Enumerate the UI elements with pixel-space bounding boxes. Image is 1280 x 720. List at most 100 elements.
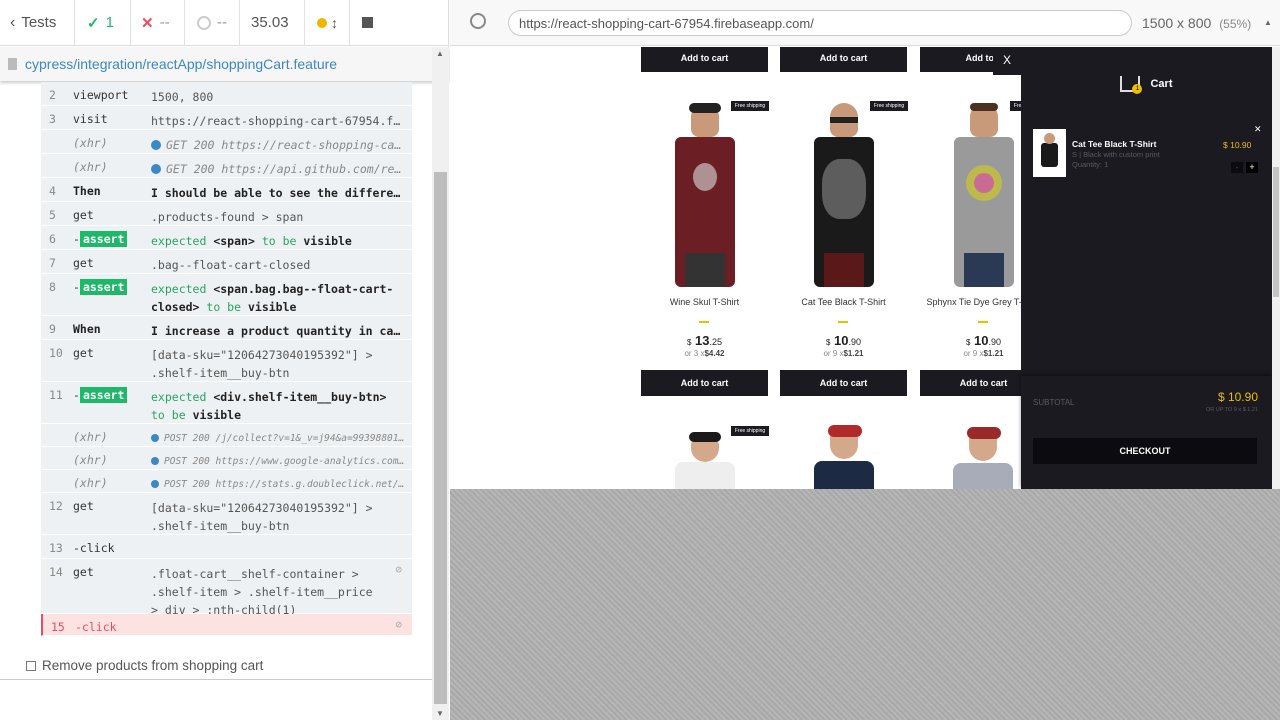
price-currency: $ — [825, 338, 831, 347]
installments-value: $1.21 — [983, 349, 1004, 358]
command-number: 15 — [51, 620, 65, 634]
assert-subject: <span> — [213, 234, 255, 248]
assert-badge: assert — [79, 231, 128, 247]
assert-row[interactable]: 8 - assert expected <span.bag.bag--float-… — [41, 274, 412, 316]
command-row[interactable]: 4 Then I should be able to see the diffe… — [41, 178, 412, 202]
xhr-text: POST 200 /j/collect?v=1&_v=j94&a=9939880… — [164, 433, 406, 444]
xhr-row[interactable]: (xhr) POST 200 https://stats.g.doublecli… — [41, 470, 412, 493]
checkout-button[interactable]: CHECKOUT — [1033, 438, 1257, 464]
qty-decrease-button[interactable]: - — [1231, 162, 1243, 173]
command-name: get — [73, 499, 94, 513]
free-shipping-badge: Free shipping — [870, 101, 908, 111]
command-row[interactable]: 13 -click — [41, 535, 412, 559]
product-installments: or 3 x$4.42 — [641, 349, 768, 358]
command-name: - assert — [73, 231, 149, 247]
command-number: 13 — [49, 541, 63, 555]
installments-label: or 9 x — [823, 349, 844, 358]
price-decimal: .90 — [848, 337, 862, 347]
command-row[interactable]: 3 visit https://react-shopping-cart-6795… — [41, 106, 412, 130]
assert-visible: visible — [192, 408, 242, 422]
crosshair-icon[interactable] — [470, 13, 486, 29]
shop-viewport: Add to cart Add to cart Add to c Free sh… — [450, 47, 1280, 489]
command-row[interactable]: 5 get .products-found > span — [41, 202, 412, 226]
cart-close-button[interactable]: X — [993, 47, 1021, 75]
command-row[interactable]: 7 get .bag--float-cart-closed — [41, 250, 412, 274]
cross-icon: ✕ — [141, 14, 154, 32]
product-image — [814, 103, 874, 287]
url-field[interactable]: https://react-shopping-cart-67954.fireba… — [508, 10, 1132, 36]
add-to-cart-button[interactable]: Add to cart — [780, 47, 907, 72]
scrollbar-thumb[interactable] — [434, 172, 447, 704]
command-name: get — [73, 346, 94, 360]
command-number: 4 — [49, 184, 56, 198]
assert-to-be: to be — [261, 234, 297, 248]
cart-item-title: Cat Tee Black T-Shirt — [1072, 139, 1157, 149]
command-number: 14 — [49, 565, 63, 579]
product-image — [954, 103, 1014, 287]
xhr-row[interactable]: (xhr) GET 200 https://api.github.com/rep… — [41, 154, 412, 178]
command-name: get — [73, 256, 94, 270]
viewport-size: 1500 x 800 (55%) — [1142, 15, 1251, 31]
xhr-dot-icon — [151, 480, 159, 488]
duration: 35.03 — [240, 0, 305, 46]
subtotal-label: SUBTOTAL — [1033, 398, 1075, 407]
scroll-down-icon: ▼ — [436, 709, 444, 718]
command-name: -click — [75, 620, 117, 634]
command-name: (xhr) — [73, 136, 108, 150]
title-underline — [838, 321, 848, 323]
xhr-row[interactable]: (xhr) GET 200 https://react-shopping-car… — [41, 130, 412, 154]
command-row[interactable]: 12 get [data-sku="12064273040195392"] > … — [41, 493, 412, 535]
spec-path-link[interactable]: cypress/integration/reactApp/shoppingCar… — [25, 56, 337, 72]
price-integer: 10 — [834, 333, 849, 348]
assert-to-be: to be — [151, 408, 186, 422]
spinner-icon — [197, 15, 211, 30]
command-list: 2 viewport 1500, 800 3 visit https://rea… — [0, 82, 432, 680]
product-price: $ 13.25 — [641, 333, 768, 348]
add-to-cart-button[interactable]: Add to cart — [641, 47, 768, 72]
cart-item-remove-icon[interactable]: ✕ — [1254, 124, 1262, 135]
failed-command-row[interactable]: 15 -click ⊘ — [41, 614, 412, 636]
cart-item-price: $ 10.90 — [1223, 140, 1252, 150]
product-title: Cat Tee Black T-Shirt — [801, 297, 886, 307]
stop-button[interactable] — [350, 0, 390, 46]
command-name: (xhr) — [73, 160, 108, 174]
command-number: 7 — [49, 256, 56, 270]
tests-label: Tests — [21, 14, 57, 31]
product-card: Free shipping Wine Skul T-Shirt $ 13.25 … — [641, 97, 769, 417]
command-number: 6 — [49, 232, 56, 246]
scroll-up-icon: ▲ — [1264, 18, 1272, 27]
qty-increase-button[interactable]: + — [1246, 162, 1258, 173]
assert-row[interactable]: 11 - assert expected <div.shelf-item__buy… — [41, 382, 412, 424]
xhr-row[interactable]: (xhr) POST 200 https://www.google-analyt… — [41, 447, 412, 470]
auto-scroll-toggle[interactable]: ↕ — [305, 0, 350, 46]
add-to-cart-button[interactable]: Add to cart — [780, 370, 907, 396]
command-name: - assert — [73, 279, 149, 295]
command-name: (xhr) — [73, 453, 108, 467]
assert-row[interactable]: 6 - assert expected <span> to be visible — [41, 226, 412, 250]
runner-header: ‹ Tests ✓ 1 ✕ -- -- 35.03 ↕ — [0, 0, 449, 46]
xhr-dot-icon — [151, 434, 159, 442]
free-shipping-badge: Free shipping — [731, 101, 769, 111]
tests-button[interactable]: ‹ Tests — [0, 0, 75, 46]
command-row[interactable]: 9 When I increase a product quantity in … — [41, 316, 412, 340]
subtotal-value: $ 10.90 — [1217, 390, 1258, 404]
command-message: I increase a product quantity in cart — [151, 324, 406, 338]
command-row[interactable]: 2 viewport 1500, 800 — [41, 82, 412, 106]
command-row[interactable]: 14 get .float-cart__shelf-container > .s… — [41, 559, 412, 617]
assert-badge: assert — [79, 279, 128, 295]
app-scrollbar-thumb[interactable] — [1273, 167, 1279, 297]
command-number: 9 — [49, 322, 56, 336]
divider — [0, 679, 432, 680]
add-to-cart-button[interactable]: Add to cart — [641, 370, 768, 396]
command-number: 10 — [49, 346, 63, 360]
next-test-item[interactable]: Remove products from shopping cart — [26, 658, 263, 673]
xhr-dot-icon — [151, 140, 161, 150]
command-message: [data-sku="12064273040195392"] > .shelf-… — [151, 348, 373, 380]
command-message: GET 200 https://react-shopping-car... — [151, 136, 406, 154]
xhr-row[interactable]: (xhr) POST 200 /j/collect?v=1&_v=j94&a=9… — [41, 424, 412, 447]
command-row[interactable]: 10 get [data-sku="12064273040195392"] > … — [41, 340, 412, 382]
product-image — [953, 427, 1013, 489]
passed-count: ✓ 1 — [75, 0, 131, 46]
command-number: 2 — [49, 88, 56, 102]
assert-expected: expected — [151, 234, 207, 248]
